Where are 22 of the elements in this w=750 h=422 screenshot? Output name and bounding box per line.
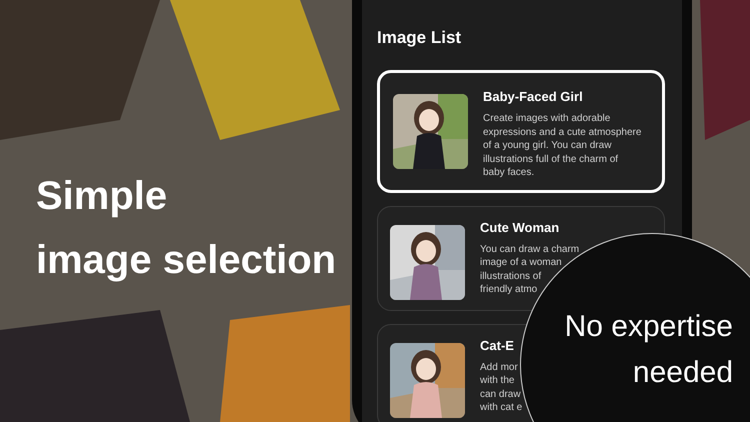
- card-description: with cat e: [480, 401, 522, 414]
- card-description: can draw: [480, 388, 522, 401]
- image-card[interactable]: Baby-Faced Girl Create images with adorable expressions and a cute atmosphere of a young girl. You can draw illustrations full of the charm of baby faces.: [377, 70, 665, 192]
- card-description: baby faces.: [483, 166, 536, 180]
- card-description: illustrations full of the charm of: [483, 152, 620, 166]
- card-title: Baby-Faced Girl: [483, 88, 584, 106]
- card-description: expressions and a cute atmosphere: [483, 126, 642, 139]
- card-description: Add mor: [480, 360, 519, 374]
- card-description: friendly atmo: [480, 283, 538, 296]
- headline-text: image selection: [36, 237, 336, 284]
- screen-title: Image List: [377, 27, 462, 49]
- callout-text: No expertise: [564, 309, 733, 345]
- card-description: image of a woman: [480, 256, 563, 270]
- card-description: illustrations of: [480, 270, 542, 283]
- card-title: Cute Woman: [480, 218, 560, 236]
- card-description: You can draw a charm: [480, 242, 580, 256]
- card-description: with the: [480, 374, 516, 388]
- card-title: Cat-E: [480, 336, 515, 354]
- callout-text: needed: [632, 355, 733, 391]
- card-description: of a young girl. You can draw: [483, 139, 612, 152]
- headline-text: Simple: [36, 173, 168, 220]
- card-description: Create images with adorable: [483, 112, 612, 126]
